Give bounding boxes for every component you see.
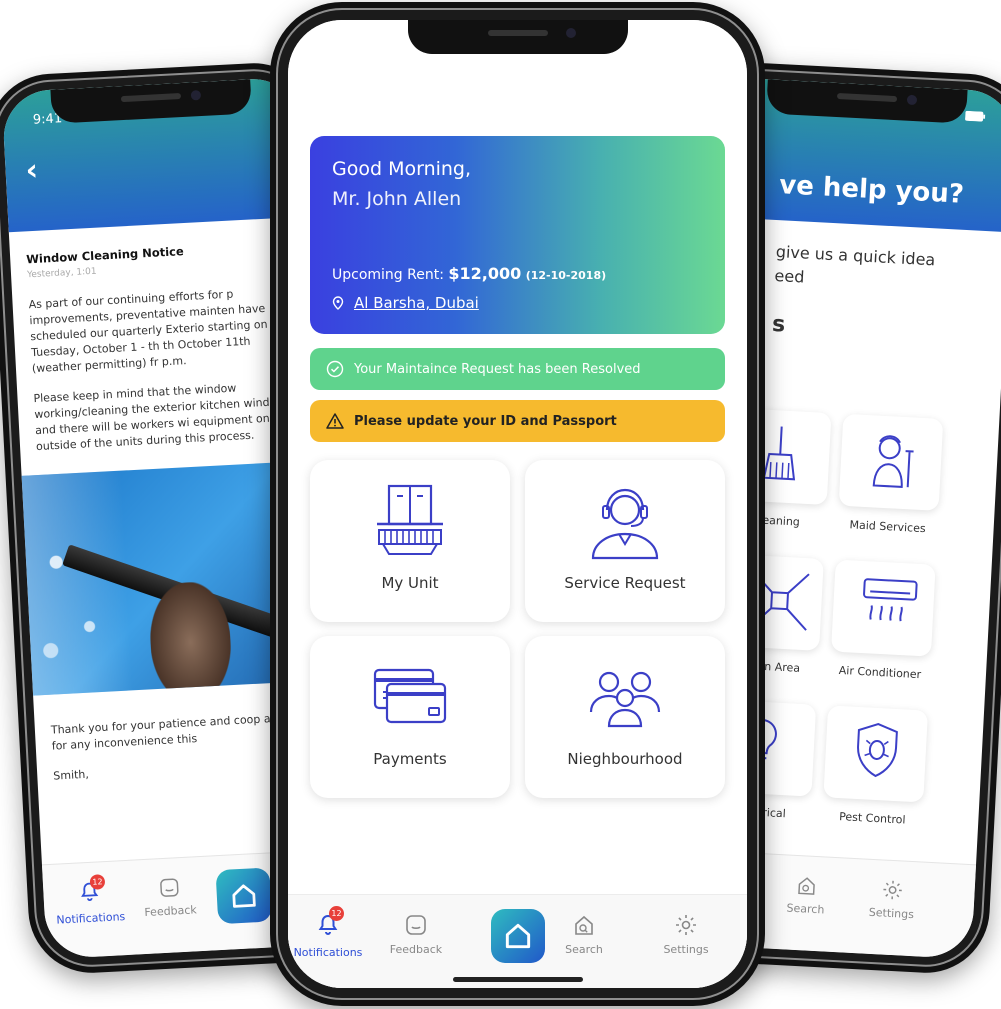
banner-text: Your Maintaince Request has been Resolve… xyxy=(354,361,641,377)
tile-label: My Unit xyxy=(381,574,439,592)
service-label: Air Conditioner xyxy=(838,663,922,682)
home-indicator xyxy=(452,977,583,982)
check-circle-icon xyxy=(326,360,344,378)
notice-paragraph: Please keep in mind that the window work… xyxy=(33,381,292,454)
tab-settings[interactable]: Settings xyxy=(646,913,726,956)
tile-label: Service Request xyxy=(564,574,686,592)
tab-label: Notifications xyxy=(293,946,363,959)
warning-triangle-icon xyxy=(326,413,344,429)
feedback-icon xyxy=(406,915,426,935)
tile-label: Nieghbourhood xyxy=(567,750,683,768)
tile-neighbourhood[interactable]: Nieghbourhood xyxy=(525,636,725,798)
user-name: Mr. John Allen xyxy=(332,188,462,210)
tile-payments[interactable]: Payments xyxy=(310,636,510,798)
gear-icon xyxy=(883,880,902,900)
home-icon xyxy=(505,923,530,949)
home-button[interactable] xyxy=(490,909,545,963)
notice-paragraph: As part of our continuing efforts for p … xyxy=(28,287,268,376)
location-text: Al Barsha, Dubai xyxy=(354,294,479,312)
tab-search[interactable]: Search xyxy=(765,872,847,917)
upcoming-rent: Upcoming Rent: $12,000 (12-10-2018) xyxy=(332,264,606,283)
feedback-icon xyxy=(160,878,179,897)
rent-date: (12-10-2018) xyxy=(525,269,607,282)
search-house-icon xyxy=(798,877,815,895)
tile-my-unit[interactable]: My Unit xyxy=(310,460,510,622)
tab-label: Feedback xyxy=(389,943,443,956)
tab-label: Settings xyxy=(663,943,709,956)
tab-feedback[interactable]: Feedback xyxy=(376,913,456,956)
tab-settings[interactable]: Settings xyxy=(851,877,933,922)
rent-amount: $12,000 xyxy=(448,264,522,283)
gear-icon xyxy=(676,915,696,935)
success-banner[interactable]: Your Maintaince Request has been Resolve… xyxy=(310,348,725,390)
search-house-icon xyxy=(575,915,593,935)
location-link[interactable]: Al Barsha, Dubai xyxy=(332,294,479,312)
center-phone-screen: Good Morning, Mr. John Allen Upcoming Re… xyxy=(288,20,747,988)
support-agent-icon xyxy=(591,488,659,560)
pest-shield-icon xyxy=(857,722,898,778)
greeting-card: Good Morning, Mr. John Allen Upcoming Re… xyxy=(310,136,725,334)
tab-label: Search xyxy=(786,901,825,917)
service-maid[interactable] xyxy=(838,413,944,511)
tab-notifications[interactable]: 12 Notifications xyxy=(288,906,368,959)
people-group-icon xyxy=(589,671,661,728)
tab-label: Notifications xyxy=(56,910,126,927)
battery-icon xyxy=(965,110,986,122)
home-icon xyxy=(232,884,256,908)
help-title: ve help you? xyxy=(778,170,965,210)
phone-notch xyxy=(407,20,628,54)
notification-badge: 12 xyxy=(329,906,344,921)
location-pin-icon xyxy=(332,296,344,310)
service-air-conditioner[interactable] xyxy=(830,559,936,657)
service-pest-control[interactable] xyxy=(823,705,929,803)
tile-label: Payments xyxy=(373,750,447,768)
warning-banner[interactable]: Please update your ID and Passport xyxy=(310,400,725,442)
rent-label: Upcoming Rent: xyxy=(332,267,449,283)
tile-service-request[interactable]: Service Request xyxy=(525,460,725,622)
tab-label: Settings xyxy=(868,905,915,922)
greeting-text: Good Morning, xyxy=(332,158,472,180)
maid-icon xyxy=(872,435,914,488)
building-balcony-icon xyxy=(377,484,443,555)
center-phone-mockup: Good Morning, Mr. John Allen Upcoming Re… xyxy=(270,2,765,1006)
service-label: Maid Services xyxy=(849,518,926,536)
tab-notifications[interactable]: 12 Notifications xyxy=(49,874,131,927)
tab-feedback[interactable]: Feedback xyxy=(129,875,211,920)
tab-search[interactable]: Search xyxy=(544,913,624,956)
tab-label: Search xyxy=(565,943,603,956)
banner-text: Please update your ID and Passport xyxy=(354,413,617,429)
credit-card-icon xyxy=(373,668,447,724)
notification-badge: 12 xyxy=(89,874,106,890)
tab-label: Feedback xyxy=(144,903,198,920)
home-button[interactable] xyxy=(215,867,273,925)
service-label: Pest Control xyxy=(838,810,906,827)
services-grid: Cleaning Maid Services mmon Area Air Con… xyxy=(711,407,972,827)
center-tab-bar: 12 Notifications Feedback Search Setting… xyxy=(288,894,747,988)
air-conditioner-icon xyxy=(863,578,918,622)
back-arrow-icon[interactable]: ‹ xyxy=(25,153,39,189)
